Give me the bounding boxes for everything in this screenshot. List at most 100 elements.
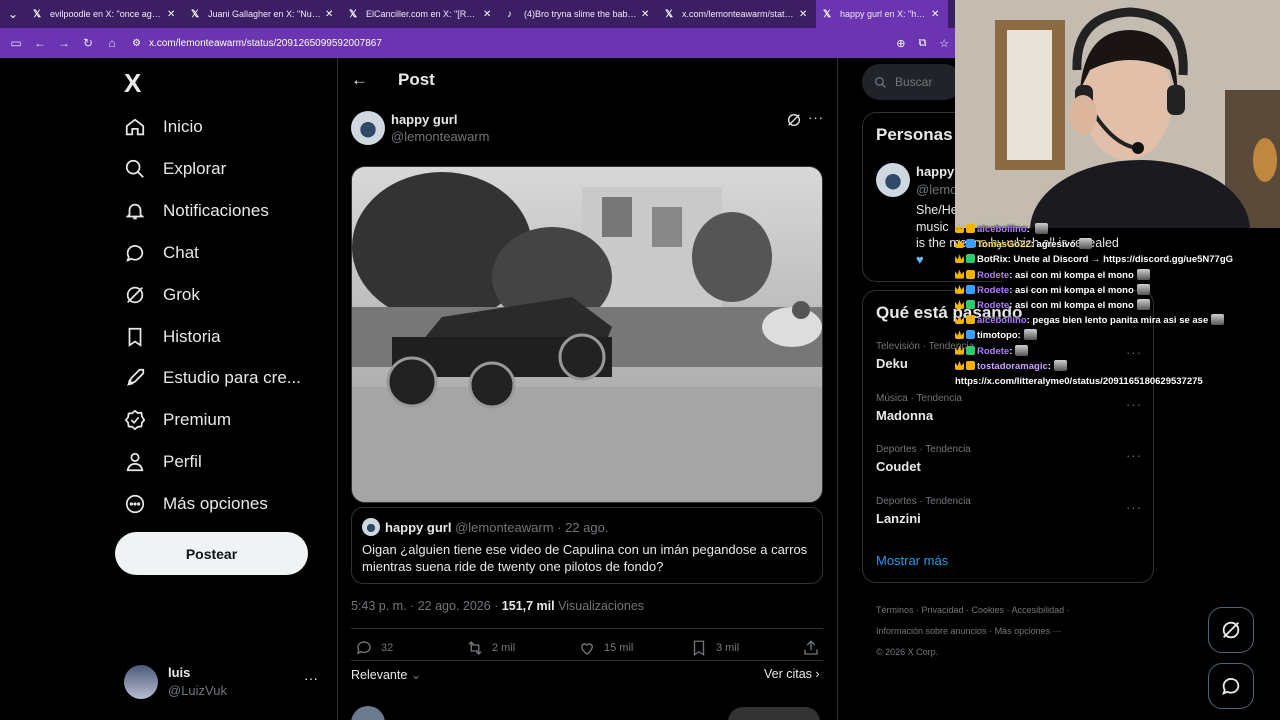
chat-username: Rodete bbox=[977, 269, 1010, 281]
browser-tab[interactable]: 𝕏x.com/lemonteawarm/status/2 ✕ bbox=[658, 0, 816, 28]
trend-item[interactable]: Deportes · Tendencia Coudet ··· bbox=[876, 444, 1142, 488]
account-more-icon[interactable]: ··· bbox=[304, 670, 318, 686]
bookmark-button[interactable]: 3 mil bbox=[690, 639, 739, 657]
x-icon: 𝕏 bbox=[823, 8, 832, 20]
reply-button[interactable]: 32 bbox=[355, 639, 393, 657]
sort-replies-dropdown[interactable]: Relevante ⌄ bbox=[351, 667, 421, 682]
reply-submit-button[interactable] bbox=[728, 707, 820, 720]
footer-link-ads[interactable]: Información sobre anuncios bbox=[876, 626, 987, 636]
sidebar-item-explorar[interactable]: Explorar bbox=[124, 148, 226, 190]
repost-button[interactable]: 2 mil bbox=[466, 639, 515, 657]
grok-explain-icon[interactable] bbox=[786, 112, 802, 133]
sidebar-item-notificaciones[interactable]: Notificaciones bbox=[124, 190, 269, 232]
zoom-icon[interactable]: ⊕ bbox=[890, 37, 912, 50]
site-settings-icon[interactable]: ⚙ bbox=[132, 38, 141, 49]
sidebar-toggle-icon[interactable]: ▭ bbox=[4, 36, 28, 50]
chat-username: TomasGo22 bbox=[977, 239, 1031, 251]
browser-tab[interactable]: ♪ (4)Bro tryna slime the baby out ✕ bbox=[500, 0, 658, 28]
webcam-overlay bbox=[955, 0, 1280, 228]
chat-message: BotRix: Unete al Discord → https://disco… bbox=[955, 252, 1280, 267]
sidebar-item-premium[interactable]: Premium bbox=[124, 399, 231, 441]
chat-message: timotopo: bbox=[955, 328, 1280, 343]
share-button[interactable] bbox=[802, 639, 828, 657]
person-avatar[interactable] bbox=[876, 163, 910, 197]
author-name[interactable]: happy gurl bbox=[391, 112, 457, 127]
close-tab-icon[interactable]: ✕ bbox=[483, 9, 493, 20]
install-app-icon[interactable]: ⧉ bbox=[912, 37, 934, 50]
browser-tab[interactable]: 𝕏 ElCanciller.com en X: "[REDES] ✕ bbox=[342, 0, 500, 28]
like-button[interactable]: 15 mil bbox=[578, 639, 633, 657]
sidebar-item-perfil[interactable]: Perfil bbox=[124, 441, 202, 483]
chat-text: : agresivo bbox=[1030, 239, 1076, 251]
close-tab-icon[interactable]: ✕ bbox=[167, 9, 177, 20]
reply-icon bbox=[356, 641, 371, 655]
chat-text: : bbox=[1009, 345, 1013, 357]
author-avatar[interactable] bbox=[351, 111, 385, 145]
quote-avatar bbox=[362, 518, 380, 536]
close-tab-icon[interactable]: ✕ bbox=[931, 9, 941, 20]
author-handle[interactable]: @lemonteawarm bbox=[391, 129, 489, 144]
person-name[interactable]: happy bbox=[916, 164, 954, 179]
footer-link-cookies[interactable]: Cookies bbox=[972, 605, 1005, 615]
footer-link-terms[interactable]: Términos bbox=[876, 605, 914, 615]
browser-tab[interactable]: 𝕏 Juani Gallagher en X: "Nunca h ✕ bbox=[184, 0, 342, 28]
post-button[interactable]: Postear bbox=[115, 532, 308, 575]
post-more-icon[interactable]: ··· bbox=[808, 110, 824, 125]
messages-fab[interactable] bbox=[1208, 663, 1254, 709]
view-quotes-label: Ver citas bbox=[764, 667, 812, 681]
trend-name: Lanzini bbox=[876, 510, 921, 526]
trend-more-icon[interactable]: ··· bbox=[1126, 397, 1142, 412]
sidebar-item-grok[interactable]: Grok bbox=[124, 274, 200, 316]
view-label: Visualizaciones bbox=[554, 599, 645, 613]
browser-tab[interactable]: 𝕏evilpoodle en X: "once again d ✕ bbox=[26, 0, 184, 28]
view-quotes-link[interactable]: Ver citas › bbox=[764, 667, 820, 681]
grok-fab[interactable] bbox=[1208, 607, 1254, 653]
bell-icon bbox=[125, 203, 145, 220]
reply-avatar[interactable] bbox=[351, 706, 385, 720]
sidebar-item-más-opciones[interactable]: Más opciones bbox=[124, 483, 268, 525]
bookmark-icon bbox=[128, 327, 142, 347]
trend-more-icon[interactable]: ··· bbox=[1126, 500, 1142, 515]
show-more-link[interactable]: Mostrar más bbox=[876, 553, 948, 568]
trend-name: Coudet bbox=[876, 459, 921, 475]
sidebar-item-historia[interactable]: Historia bbox=[124, 316, 221, 358]
sidebar-item-estudio-para-cre[interactable]: Estudio para cre... bbox=[124, 357, 301, 399]
trend-more-icon[interactable]: ··· bbox=[1126, 448, 1142, 463]
reload-icon[interactable]: ↻ bbox=[76, 36, 100, 50]
chat-message: https://x.com/litteralyme0/status/209116… bbox=[955, 374, 1280, 389]
repost-icon bbox=[468, 641, 482, 655]
home-browser-icon[interactable]: ⌂ bbox=[100, 36, 124, 50]
browser-tab[interactable]: 𝕏happy gurl en X: "https://t.✕ bbox=[816, 0, 948, 28]
sidebar-item-inicio[interactable]: Inicio bbox=[124, 106, 203, 148]
account-switcher[interactable]: luis @LuizVuk ··· bbox=[124, 662, 324, 702]
bookmark-star-icon[interactable]: ☆ bbox=[933, 37, 955, 50]
subscriber-badge-icon bbox=[966, 345, 975, 355]
account-handle: @LuizVuk bbox=[168, 683, 227, 698]
x-logo[interactable]: X bbox=[124, 68, 141, 99]
tab-list-chevron-icon[interactable]: ⌄ bbox=[0, 7, 26, 21]
chat-message: Rodete: bbox=[955, 344, 1280, 359]
post-video[interactable] bbox=[351, 166, 823, 503]
back-arrow-icon[interactable]: ← bbox=[351, 70, 368, 90]
x-icon: 𝕏 bbox=[349, 8, 358, 20]
chat-message: Rodete: asi con mi kompa el mono bbox=[955, 268, 1280, 283]
sidebar-item-chat[interactable]: Chat bbox=[124, 232, 199, 274]
back-icon[interactable]: ← bbox=[28, 36, 52, 50]
close-tab-icon[interactable]: ✕ bbox=[325, 9, 335, 20]
trend-item[interactable]: Deportes · Tendencia Lanzini ··· bbox=[876, 496, 1142, 540]
person-handle[interactable]: @lemo bbox=[916, 182, 957, 197]
chat-username: timotopo bbox=[977, 330, 1018, 342]
forward-icon[interactable]: → bbox=[52, 36, 76, 50]
url-field[interactable]: ⚙ x.com/lemonteawarm/status/209126509959… bbox=[132, 32, 890, 54]
footer-link-accessibility[interactable]: Accesibilidad bbox=[1012, 605, 1065, 615]
chat-text: : bbox=[1017, 330, 1021, 342]
subscriber-badge-icon bbox=[966, 284, 975, 294]
quoted-post[interactable]: happy gurl @lemonteawarm · 22 ago. Oigan… bbox=[351, 507, 823, 584]
close-tab-icon[interactable]: ✕ bbox=[799, 9, 809, 20]
footer-link-privacy[interactable]: Privacidad bbox=[922, 605, 964, 615]
close-tab-icon[interactable]: ✕ bbox=[641, 9, 651, 20]
trend-item[interactable]: Música · Tendencia Madonna ··· bbox=[876, 393, 1142, 437]
search-box[interactable]: Buscar bbox=[862, 64, 962, 100]
subscriber-badge-icon bbox=[966, 315, 975, 325]
footer-link-more[interactable]: Más opciones ··· bbox=[995, 626, 1062, 636]
